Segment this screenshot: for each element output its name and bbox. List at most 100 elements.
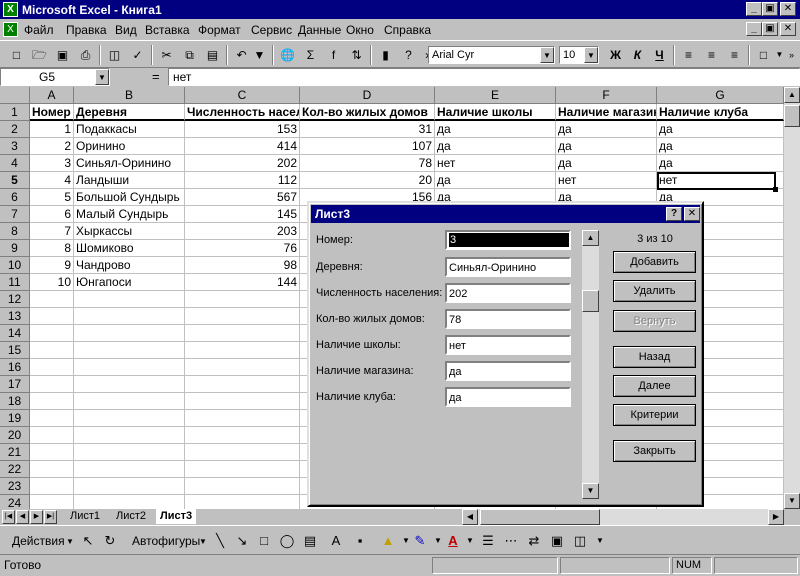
empty-cell[interactable] <box>185 342 300 359</box>
chart-wizard-icon[interactable]: ▮ <box>375 45 396 65</box>
bold-button[interactable]: Ж <box>605 45 626 65</box>
delete-button[interactable]: Удалить <box>613 280 696 302</box>
table-cell[interactable]: 414 <box>185 138 300 155</box>
column-header-g[interactable]: G <box>657 87 784 104</box>
table-cell[interactable]: Чандрово <box>74 257 185 274</box>
empty-cell[interactable] <box>74 478 185 495</box>
row-header[interactable]: 7 <box>0 206 30 223</box>
align-right-icon[interactable]: ≡ <box>724 45 745 65</box>
chevron-down-icon[interactable]: ▼ <box>540 47 554 63</box>
criteria-button[interactable]: Критерии <box>613 404 696 426</box>
row-header[interactable]: 16 <box>0 359 30 376</box>
italic-button[interactable]: К <box>627 45 648 65</box>
table-cell[interactable]: 2 <box>30 138 74 155</box>
row-header[interactable]: 8 <box>0 223 30 240</box>
row-header[interactable]: 10 <box>0 257 30 274</box>
empty-cell[interactable] <box>185 444 300 461</box>
column-header-e[interactable]: E <box>435 87 556 104</box>
empty-cell[interactable] <box>185 325 300 342</box>
row-header[interactable]: 23 <box>0 478 30 495</box>
empty-cell[interactable] <box>74 461 185 478</box>
table-cell[interactable]: 3 <box>30 155 74 172</box>
free-rotate-icon[interactable]: ↻ <box>100 531 120 551</box>
empty-cell[interactable] <box>30 393 74 410</box>
empty-cell[interactable] <box>74 308 185 325</box>
line-color-icon[interactable]: ✎ <box>410 531 430 551</box>
3d-icon[interactable]: ◫ <box>570 531 590 551</box>
empty-cell[interactable] <box>185 427 300 444</box>
empty-cell[interactable] <box>74 410 185 427</box>
arrow-icon[interactable]: ↘ <box>232 531 252 551</box>
row-header[interactable]: 14 <box>0 325 30 342</box>
arrow-style-icon[interactable]: ⇄ <box>524 531 544 551</box>
close-icon[interactable]: ✕ <box>780 2 796 16</box>
column-header-d[interactable]: D <box>300 87 435 104</box>
table-cell[interactable]: да <box>657 138 784 155</box>
chevron-down-icon[interactable]: ▼ <box>590 531 610 551</box>
column-header-c[interactable]: C <box>185 87 300 104</box>
table-cell[interactable]: 202 <box>185 155 300 172</box>
empty-cell[interactable] <box>185 291 300 308</box>
print-icon[interactable]: ⎙ <box>75 45 96 65</box>
empty-cell[interactable] <box>185 478 300 495</box>
scroll-right-icon[interactable]: ▶ <box>768 509 784 525</box>
maximize-icon[interactable]: ▣ <box>762 2 778 16</box>
column-header-f[interactable]: F <box>556 87 657 104</box>
table-cell[interactable]: да <box>435 121 556 138</box>
workbook-icon[interactable]: X <box>3 22 18 37</box>
row-header[interactable]: 12 <box>0 291 30 308</box>
row-header[interactable]: 20 <box>0 427 30 444</box>
field-input-number[interactable]: 3 <box>445 230 571 250</box>
table-cell[interactable]: да <box>556 121 657 138</box>
last-sheet-icon[interactable]: ▶| <box>44 510 57 524</box>
field-input-shop[interactable]: да <box>445 361 571 381</box>
more-format-icon[interactable]: » <box>781 45 800 65</box>
doc-minimize-icon[interactable]: _ <box>746 22 762 36</box>
vertical-scrollbar[interactable]: ▲ ▼ <box>784 87 800 509</box>
table-cell[interactable]: 107 <box>300 138 435 155</box>
help-icon[interactable]: ? <box>398 45 419 65</box>
empty-cell[interactable] <box>185 308 300 325</box>
row-header[interactable]: 2 <box>0 121 30 138</box>
scroll-down-icon[interactable]: ▼ <box>784 493 800 509</box>
empty-cell[interactable] <box>30 478 74 495</box>
empty-cell[interactable] <box>74 393 185 410</box>
row-header[interactable]: 4 <box>0 155 30 172</box>
table-cell[interactable]: 76 <box>185 240 300 257</box>
table-cell[interactable]: 153 <box>185 121 300 138</box>
empty-cell[interactable] <box>185 359 300 376</box>
table-cell[interactable]: 567 <box>185 189 300 206</box>
fill-color-icon[interactable]: ▲ <box>378 531 398 551</box>
empty-cell[interactable] <box>30 410 74 427</box>
table-cell[interactable]: Ландыши <box>74 172 185 189</box>
cut-icon[interactable]: ✂ <box>156 45 177 65</box>
field-input-club[interactable]: да <box>445 387 571 407</box>
table-cell[interactable]: 98 <box>185 257 300 274</box>
underline-button[interactable]: Ч <box>649 45 670 65</box>
empty-cell[interactable] <box>30 291 74 308</box>
empty-cell[interactable] <box>74 291 185 308</box>
close-icon[interactable]: ✕ <box>684 207 700 221</box>
table-cell[interactable]: нет <box>556 172 657 189</box>
rectangle-icon[interactable]: □ <box>254 531 274 551</box>
menu-format[interactable]: Формат <box>198 23 241 37</box>
table-cell[interactable]: 112 <box>185 172 300 189</box>
empty-cell[interactable] <box>30 427 74 444</box>
row-header[interactable]: 1 <box>0 104 30 121</box>
empty-cell[interactable] <box>30 461 74 478</box>
row-header[interactable]: 21 <box>0 444 30 461</box>
column-header-b[interactable]: B <box>74 87 185 104</box>
copy-icon[interactable]: ⧉ <box>179 45 200 65</box>
table-cell[interactable]: да <box>556 138 657 155</box>
table-cell[interactable]: нет <box>657 172 784 189</box>
header-cell[interactable]: Номер <box>30 104 74 121</box>
empty-cell[interactable] <box>74 376 185 393</box>
clipart-icon[interactable]: ▪ <box>350 531 370 551</box>
empty-cell[interactable] <box>74 444 185 461</box>
row-header[interactable]: 22 <box>0 461 30 478</box>
line-style-icon[interactable]: ☰ <box>478 531 498 551</box>
empty-cell[interactable] <box>74 495 185 509</box>
menu-window[interactable]: Окно <box>346 23 374 37</box>
horizontal-scrollbar[interactable]: ◀ ▶ <box>462 509 784 525</box>
row-header[interactable]: 11 <box>0 274 30 291</box>
